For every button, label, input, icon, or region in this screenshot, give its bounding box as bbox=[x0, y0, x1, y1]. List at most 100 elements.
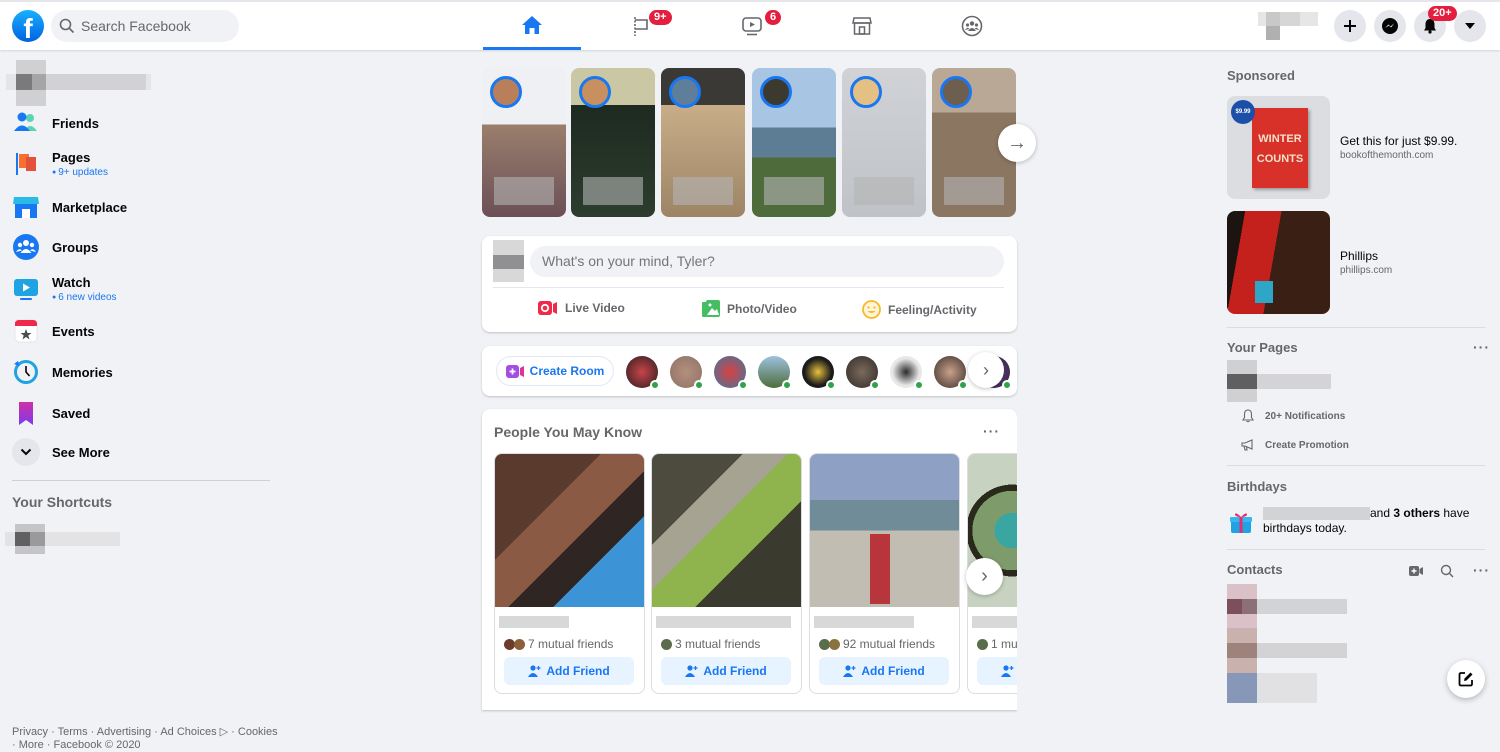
pymk-clip-mask bbox=[1017, 409, 1027, 710]
tab-watch[interactable]: 6 bbox=[703, 2, 801, 50]
story-card[interactable] bbox=[571, 68, 655, 217]
new-room-icon[interactable] bbox=[1409, 565, 1423, 577]
sidebar-item-events[interactable]: Events bbox=[12, 317, 95, 345]
contact-item[interactable] bbox=[1227, 584, 1347, 629]
live-video-button[interactable]: Live Video bbox=[538, 300, 625, 316]
sidebar-label: Events bbox=[52, 323, 95, 339]
mutual-avatar bbox=[514, 638, 525, 650]
facebook-logo[interactable]: f bbox=[12, 10, 44, 42]
tab-pages[interactable]: 9+ bbox=[593, 2, 691, 50]
messenger-button[interactable] bbox=[1374, 10, 1406, 42]
mutual-count: 1 mutual friend bbox=[991, 637, 1017, 651]
profile-shortcut[interactable] bbox=[1258, 8, 1320, 44]
mutual-count: 92 mutual friends bbox=[843, 637, 936, 651]
shortcut-item[interactable] bbox=[5, 522, 120, 554]
online-friend-avatar[interactable] bbox=[758, 356, 792, 390]
contact-item[interactable] bbox=[1227, 673, 1347, 703]
main-nav-tabs: 9+ 6 bbox=[483, 2, 1033, 50]
sponsored-ad[interactable]: WINTER COUNTS $9.99 Get this for just $9… bbox=[1227, 96, 1457, 199]
photo-video-button[interactable]: Photo/Video bbox=[702, 300, 797, 318]
story-avatar bbox=[490, 76, 522, 108]
person-name[interactable] bbox=[972, 616, 1017, 628]
rooms-next-button[interactable]: › bbox=[968, 352, 1004, 388]
sidebar-item-marketplace[interactable]: Marketplace bbox=[12, 193, 127, 221]
add-person-icon bbox=[1001, 665, 1014, 677]
story-author bbox=[583, 177, 643, 205]
contacts-options-icon[interactable]: ··· bbox=[1473, 562, 1490, 578]
chevron-right-icon: › bbox=[981, 565, 988, 587]
stories-next-button[interactable]: → bbox=[998, 124, 1036, 162]
feeling-activity-button[interactable]: Feeling/Activity bbox=[862, 300, 977, 319]
create-promotion-link[interactable]: Create Promotion bbox=[1241, 438, 1349, 452]
user-profile-link[interactable] bbox=[6, 60, 151, 106]
person-name[interactable] bbox=[814, 616, 914, 628]
add-friend-button[interactable]: Add Friend bbox=[661, 657, 791, 685]
pymk-next-button[interactable]: › bbox=[966, 558, 1003, 595]
story-card[interactable] bbox=[482, 68, 566, 217]
story-author bbox=[854, 177, 914, 205]
sidebar-item-see-more[interactable]: See More bbox=[12, 438, 110, 466]
more-options-icon[interactable]: ··· bbox=[983, 423, 1000, 439]
new-message-button[interactable] bbox=[1447, 660, 1485, 698]
search-input[interactable] bbox=[81, 18, 231, 34]
search-box[interactable] bbox=[51, 10, 239, 42]
birthday-person-name[interactable] bbox=[1263, 507, 1370, 521]
person-name[interactable] bbox=[656, 616, 791, 628]
whats-on-your-mind-input[interactable] bbox=[530, 246, 1004, 277]
book-title-bottom: COUNTS bbox=[1256, 153, 1304, 165]
account-menu-button[interactable] bbox=[1454, 10, 1486, 42]
story-avatar bbox=[940, 76, 972, 108]
sponsored-ad[interactable]: Phillips phillips.com bbox=[1227, 211, 1392, 314]
online-friend-avatar[interactable] bbox=[670, 356, 704, 390]
online-friend-avatar[interactable] bbox=[714, 356, 748, 390]
your-pages-options-icon[interactable]: ··· bbox=[1473, 339, 1490, 355]
sidebar-item-friends[interactable]: Friends bbox=[12, 109, 99, 137]
marketplace-icon bbox=[12, 193, 40, 221]
page-notifications-link[interactable]: 20+ Notifications bbox=[1241, 409, 1345, 423]
contact-item[interactable] bbox=[1227, 628, 1347, 673]
online-friend-avatar[interactable] bbox=[626, 356, 660, 390]
footer-links[interactable]: Privacy · Terms · Advertising · Ad Choic… bbox=[12, 726, 282, 752]
post-composer: Live Video Photo/Video Feeling/Activity bbox=[482, 236, 1017, 332]
birthday-others-count[interactable]: 3 others bbox=[1393, 506, 1440, 520]
search-contacts-icon[interactable] bbox=[1440, 564, 1454, 578]
add-person-icon bbox=[528, 665, 541, 677]
person-photo[interactable] bbox=[652, 454, 801, 607]
action-label: Live Video bbox=[565, 301, 625, 315]
mutual-count: 3 mutual friends bbox=[675, 637, 761, 651]
notifications-button[interactable]: 20+ bbox=[1414, 6, 1457, 42]
your-page-item[interactable] bbox=[1227, 360, 1332, 402]
sidebar-item-pages[interactable]: Pages 9+ updates bbox=[12, 150, 108, 178]
notifications-badge: 20+ bbox=[1428, 6, 1457, 21]
composer-divider bbox=[493, 287, 1004, 288]
add-friend-button[interactable]: Add Friend bbox=[819, 657, 949, 685]
person-name[interactable] bbox=[499, 616, 569, 628]
online-friend-avatar[interactable] bbox=[934, 356, 968, 390]
add-friend-button[interactable]: Add Friend bbox=[504, 657, 634, 685]
add-friend-button[interactable]: Add Friend bbox=[977, 657, 1017, 685]
sidebar-item-saved[interactable]: Saved bbox=[12, 399, 90, 427]
ad-title: Get this for just $9.99. bbox=[1340, 134, 1458, 148]
tab-groups[interactable] bbox=[923, 2, 1021, 50]
tab-home[interactable] bbox=[483, 2, 581, 50]
sidebar-item-watch[interactable]: Watch 6 new videos bbox=[12, 275, 117, 303]
story-avatar bbox=[579, 76, 611, 108]
online-friend-avatar[interactable] bbox=[846, 356, 880, 390]
story-card[interactable] bbox=[661, 68, 745, 217]
memories-clock-icon bbox=[12, 358, 40, 386]
composer-avatar[interactable] bbox=[493, 240, 524, 282]
online-friend-avatar[interactable] bbox=[890, 356, 924, 390]
story-card[interactable] bbox=[752, 68, 836, 217]
online-friend-avatar[interactable] bbox=[802, 356, 836, 390]
sidebar-item-memories[interactable]: Memories bbox=[12, 358, 113, 386]
tab-marketplace[interactable] bbox=[813, 2, 911, 50]
groups-icon bbox=[12, 233, 40, 261]
sidebar-item-groups[interactable]: Groups bbox=[12, 233, 98, 261]
action-label: Feeling/Activity bbox=[888, 302, 977, 317]
create-room-button[interactable]: Create Room bbox=[496, 356, 614, 386]
person-photo[interactable] bbox=[810, 454, 959, 607]
person-photo[interactable] bbox=[495, 454, 644, 607]
story-card[interactable] bbox=[842, 68, 926, 217]
watch-icon bbox=[12, 275, 40, 303]
create-button[interactable] bbox=[1334, 10, 1366, 42]
